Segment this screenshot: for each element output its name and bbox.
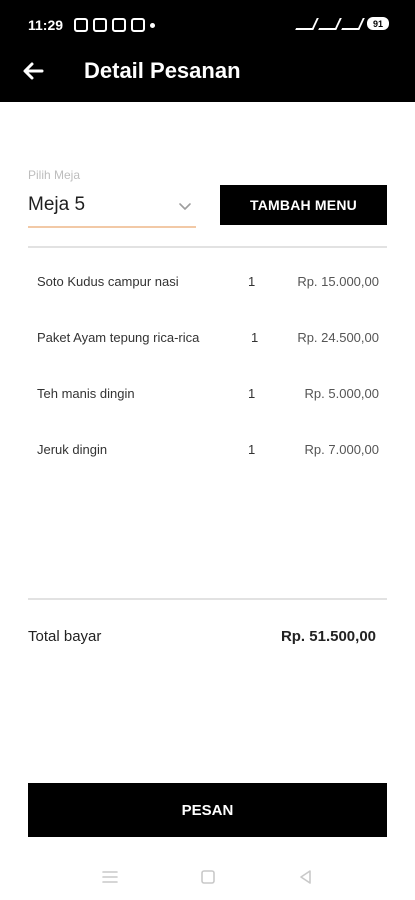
battery-icon: 91 [367,17,389,30]
chevron-down-icon [179,203,191,210]
order-row: Teh manis dingin 1 Rp. 5.000,00 [0,378,415,434]
status-notification-icons [74,18,155,32]
status-system-icons: 91 [295,17,389,30]
order-item-name: Teh manis dingin [37,386,135,401]
table-select-value: Meja 5 [28,194,86,215]
system-navigation-bar [0,855,415,900]
order-list: Soto Kudus campur nasi 1 Rp. 15.000,00 P… [0,266,415,490]
signal-icon [318,17,342,30]
order-item-price: Rp. 15.000,00 [297,274,379,289]
signal-icon-2 [341,17,365,30]
wifi-icon [295,17,319,30]
car-icon [131,18,145,32]
order-item-name: Soto Kudus campur nasi [37,274,179,289]
order-row: Paket Ayam tepung rica-rica 1 Rp. 24.500… [0,322,415,378]
table-select-dropdown[interactable]: Meja 5 [28,190,196,228]
order-item-qty: 1 [251,330,259,345]
add-menu-button[interactable]: TAMBAH MENU [220,185,387,225]
whatsapp-icon [74,18,88,32]
order-button[interactable]: PESAN [28,783,387,837]
app-bar: Detail Pesanan [0,50,415,102]
table-select-label: Pilih Meja [28,168,81,182]
app-icon [112,18,126,32]
order-item-name: Paket Ayam tepung rica-rica [37,330,200,345]
order-row: Jeruk dingin 1 Rp. 7.000,00 [0,434,415,490]
order-item-name: Jeruk dingin [37,442,108,457]
top-divider [28,246,387,248]
order-item-qty: 1 [248,274,256,289]
order-row: Soto Kudus campur nasi 1 Rp. 15.000,00 [0,266,415,322]
status-time: 11:29 [28,17,64,33]
order-item-qty: 1 [248,442,256,457]
page-title: Detail Pesanan [84,58,241,83]
order-item-price: Rp. 7.000,00 [304,442,379,457]
order-item-price: Rp. 5.000,00 [304,386,379,401]
back-button[interactable] [18,56,48,86]
status-bar: 11:29 91 [0,0,415,50]
arrow-left-icon [23,62,44,80]
bottom-divider [28,598,387,600]
total-value: Rp. 51.500,00 [280,628,376,645]
square-home-icon[interactable] [198,867,218,887]
total-label: Total bayar [28,628,102,645]
order-item-qty: 1 [248,386,256,401]
menu-icon[interactable] [100,867,120,887]
message-icon [93,18,107,32]
triangle-back-icon[interactable] [296,867,316,887]
more-notifications-dot-icon [150,22,155,28]
order-item-price: Rp. 24.500,00 [297,330,379,345]
top-header: 11:29 91 Detail Pesanan [0,0,415,102]
